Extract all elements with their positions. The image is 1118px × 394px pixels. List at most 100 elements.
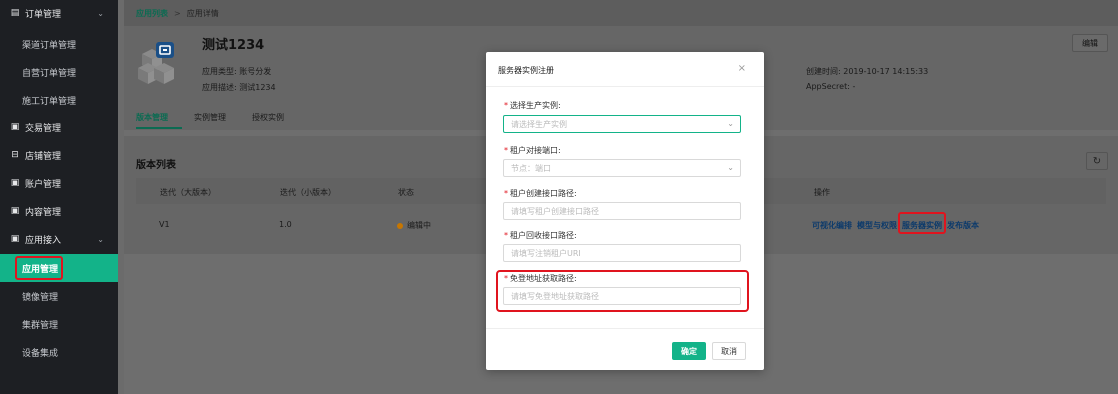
sidebar-item-channel-orders[interactable]: 渠道订单管理 xyxy=(0,30,118,58)
breadcrumb: 应用列表 > 应用详情 xyxy=(124,0,1118,26)
transaction-icon: ▣ xyxy=(10,122,20,132)
sidebar-group-transactions[interactable]: ▣ 交易管理 xyxy=(0,114,118,140)
field-label-text: 租户对接端口: xyxy=(510,146,561,155)
sidebar-item-devices[interactable]: 设备集成 xyxy=(0,338,118,366)
chevron-down-icon: ⌄ xyxy=(97,234,104,244)
created-label: 创建时间: xyxy=(806,67,841,76)
tab-version-management[interactable]: 版本管理 xyxy=(136,112,168,123)
divider xyxy=(486,86,764,87)
cancel-button[interactable]: 取消 xyxy=(712,342,746,360)
field-label-production-instance: * 选择生产实例: xyxy=(504,100,561,111)
breadcrumb-parent-link[interactable]: 应用列表 xyxy=(136,8,168,19)
sidebar-item-clusters[interactable]: 集群管理 xyxy=(0,310,118,338)
divider xyxy=(486,328,764,329)
sidebar: ▤ 订单管理 ⌄ 渠道订单管理 自营订单管理 施工订单管理 ▣ 交易管理 ⊟ 店… xyxy=(0,0,118,394)
column-header-status: 状态 xyxy=(398,188,414,197)
sidebar-group-stores[interactable]: ⊟ 店铺管理 xyxy=(0,142,118,168)
sidebar-item-label: 渠道订单管理 xyxy=(22,40,77,51)
tenant-create-path-input[interactable]: 请填写租户创建接口路径 xyxy=(503,202,741,220)
highlight-box xyxy=(496,270,749,312)
sidebar-group-label: 订单管理 xyxy=(25,9,62,20)
production-instance-select[interactable]: 请选择生产实例 ⌄ xyxy=(503,115,741,133)
sidebar-item-label: 设备集成 xyxy=(22,348,59,359)
breadcrumb-separator: > xyxy=(174,8,181,18)
app-desc-label: 应用描述: xyxy=(202,83,237,92)
sidebar-item-label: 镜像管理 xyxy=(22,292,59,303)
tenant-port-select[interactable]: 节点：端口 ⌄ xyxy=(503,159,741,177)
app-secret: AppSecret: - xyxy=(806,82,855,91)
status-text: 编辑中 xyxy=(407,221,431,230)
order-icon: ▤ xyxy=(10,8,20,18)
app-logo-icon xyxy=(138,42,174,84)
store-icon: ⊟ xyxy=(11,150,19,160)
sidebar-group-label: 账户管理 xyxy=(25,179,62,190)
cell-status: 编辑中 xyxy=(397,220,431,231)
field-label-tenant-recycle-path: * 租户回收接口路径: xyxy=(504,230,577,241)
required-mark: * xyxy=(504,146,508,155)
tab-instance-management[interactable]: 实例管理 xyxy=(194,112,226,123)
sidebar-group-label: 应用接入 xyxy=(25,235,62,246)
input-placeholder: 请填写租户创建接口路径 xyxy=(511,206,599,216)
sidebar-group-orders[interactable]: ▤ 订单管理 ⌄ xyxy=(0,0,118,26)
select-placeholder: 请选择生产实例 xyxy=(511,119,567,129)
sidebar-group-accounts[interactable]: ▣ 账户管理 xyxy=(0,170,118,196)
chevron-down-icon: ⌄ xyxy=(97,8,104,18)
secret-label: AppSecret: xyxy=(806,82,850,91)
sidebar-group-content[interactable]: ▣ 内容管理 xyxy=(0,198,118,224)
column-header-major: 迭代（大版本） xyxy=(160,188,216,197)
version-list-title: 版本列表 xyxy=(136,160,176,171)
cell-major: V1 xyxy=(159,220,170,229)
content-icon: ▣ xyxy=(10,206,20,216)
tab-authorized-instances[interactable]: 授权实例 xyxy=(252,112,284,123)
secret-value: - xyxy=(852,82,856,91)
app-title: 测试1234 xyxy=(202,38,265,53)
app-type-value: 账号分发 xyxy=(239,67,272,76)
sidebar-item-self-orders[interactable]: 自营订单管理 xyxy=(0,58,118,86)
required-mark: * xyxy=(504,231,508,240)
action-model-permissions[interactable]: 模型与权限 xyxy=(857,220,897,231)
breadcrumb-current: 应用详情 xyxy=(186,8,219,18)
sidebar-group-app-access[interactable]: ▣ 应用接入 ⌄ xyxy=(0,226,118,252)
close-icon[interactable]: × xyxy=(738,63,746,74)
app-type-label: 应用类型: xyxy=(202,67,237,76)
sidebar-item-label: 施工订单管理 xyxy=(22,96,77,107)
field-label-text: 租户回收接口路径: xyxy=(510,231,577,240)
sidebar-item-label: 自营订单管理 xyxy=(22,68,77,79)
confirm-button[interactable]: 确定 xyxy=(672,342,706,360)
edit-button[interactable]: 编辑 xyxy=(1072,34,1108,52)
field-label-text: 选择生产实例: xyxy=(510,101,561,110)
chevron-down-icon: ⌄ xyxy=(727,163,734,172)
field-label-tenant-create-path: * 租户创建接口路径: xyxy=(504,188,577,199)
app-access-icon: ▣ xyxy=(10,234,20,244)
highlight-box xyxy=(898,212,946,234)
sidebar-item-label: 集群管理 xyxy=(22,320,59,331)
created-value: 2019-10-17 14:15:33 xyxy=(843,67,929,76)
column-header-actions: 操作 xyxy=(814,188,830,197)
select-placeholder: 节点：端口 xyxy=(511,163,551,173)
tenant-recycle-path-input[interactable]: 请填写注销租户URI xyxy=(503,244,741,262)
app-type: 应用类型: 账号分发 xyxy=(202,66,271,77)
cell-minor: 1.0 xyxy=(279,220,292,229)
sidebar-group-label: 内容管理 xyxy=(25,207,62,218)
sidebar-item-construction-orders[interactable]: 施工订单管理 xyxy=(0,86,118,114)
chevron-down-icon: ⌄ xyxy=(727,119,734,128)
column-header-minor: 迭代（小版本） xyxy=(280,188,336,197)
app-description: 应用描述: 测试1234 xyxy=(202,82,276,93)
action-publish-version[interactable]: 发布版本 xyxy=(947,220,979,231)
refresh-button[interactable]: ↻ xyxy=(1086,152,1108,170)
modal-title: 服务器实例注册 xyxy=(498,66,554,75)
input-placeholder: 请填写注销租户URI xyxy=(511,248,581,258)
sidebar-group-label: 店铺管理 xyxy=(25,151,62,162)
status-dot-icon xyxy=(397,222,403,229)
field-label-tenant-port: * 租户对接端口: xyxy=(504,145,561,156)
app-desc-value: 测试1234 xyxy=(239,83,276,92)
server-instance-modal: 服务器实例注册 × * 选择生产实例: 请选择生产实例 ⌄ * 租户对接端口: 节点：… xyxy=(486,52,764,370)
highlight-box xyxy=(15,256,63,280)
refresh-icon: ↻ xyxy=(1092,155,1102,167)
field-label-text: 租户创建接口路径: xyxy=(510,189,577,198)
created-time: 创建时间: 2019-10-17 14:15:33 xyxy=(806,66,928,77)
account-icon: ▣ xyxy=(10,178,20,188)
action-visual-orchestration[interactable]: 可视化编排 xyxy=(812,220,852,231)
active-tab-indicator xyxy=(136,127,182,129)
sidebar-item-images[interactable]: 镜像管理 xyxy=(0,282,118,310)
